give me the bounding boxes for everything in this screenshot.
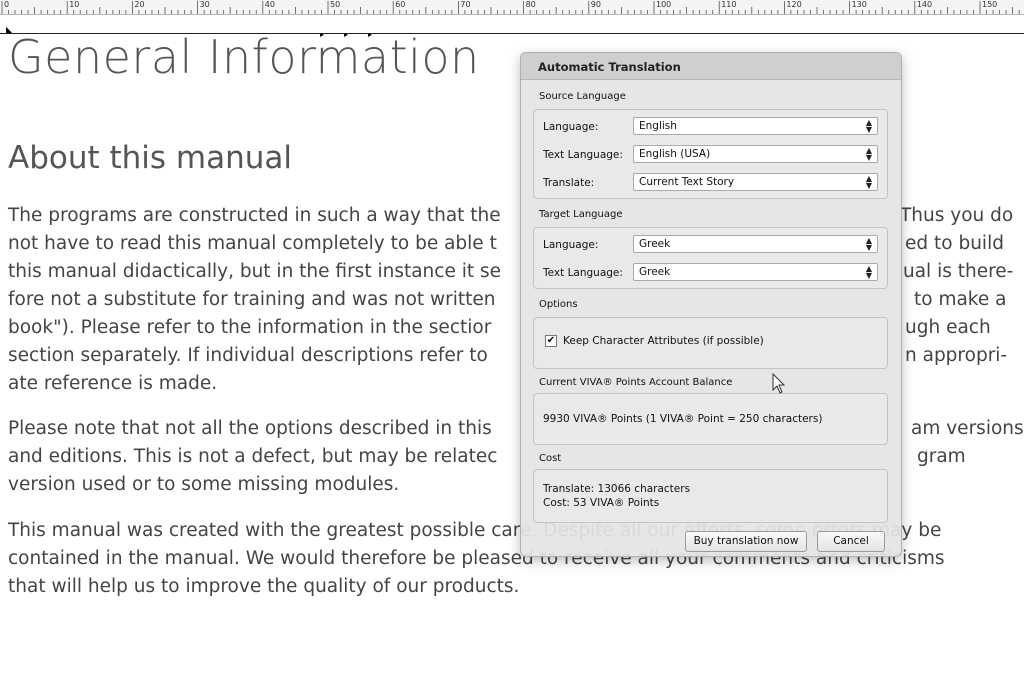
text-line: ate reference is made. <box>8 373 218 394</box>
cost-translate-text: Translate: 13066 characters <box>543 483 691 495</box>
source-text-language-label: Text Language: <box>543 149 623 161</box>
ruler-label: 50 <box>330 0 341 9</box>
ruler-label: 90 <box>590 0 601 9</box>
options-section-label: Options <box>539 299 578 310</box>
text-line: version used or to some missing modules. <box>8 474 400 495</box>
ruler-label: 110 <box>721 0 737 9</box>
ruler-label: 20 <box>134 0 145 9</box>
target-language-select[interactable]: Greek ▲ ▼ <box>633 235 878 253</box>
text-line: fore not a substitute for training and w… <box>8 289 496 310</box>
cost-group <box>533 469 888 523</box>
text-line-right: Thus you do <box>900 205 1014 226</box>
ruler-ticks <box>1 1 1020 14</box>
select-value: English (USA) <box>639 148 711 160</box>
target-text-language-label: Text Language: <box>543 267 623 279</box>
select-value: Current Text Story <box>639 176 735 188</box>
cost-section-label: Cost <box>539 453 562 464</box>
page-title: General Information <box>8 30 480 84</box>
text-line: not have to read this manual completely … <box>8 233 497 254</box>
keep-attributes-label[interactable]: Keep Character Attributes (if possible) <box>563 335 764 347</box>
text-line: that will help us to improve the quality… <box>8 576 520 597</box>
dialog-title: Automatic Translation <box>538 60 681 74</box>
ruler-strip <box>0 0 1024 15</box>
select-value: Greek <box>639 238 671 250</box>
ruler-label: 70 <box>460 0 471 9</box>
ruler-label: 10 <box>69 0 80 9</box>
target-language-section-label: Target Language <box>539 209 623 220</box>
text-line: Please note that not all the options des… <box>8 418 492 439</box>
source-text-language-select[interactable]: English (USA) ▲ ▼ <box>633 145 878 163</box>
ruler-label: 40 <box>264 0 275 9</box>
text-line: and editions. This is not a defect, but … <box>8 446 498 467</box>
text-line: section separately. If individual descri… <box>8 345 488 366</box>
text-line-right: ed to build <box>905 233 1004 254</box>
translate-scope-select[interactable]: Current Text Story ▲ ▼ <box>633 173 878 191</box>
ruler-label: 140 <box>916 0 933 9</box>
source-language-section-label: Source Language <box>539 91 626 102</box>
automatic-translation-dialog[interactable]: Automatic Translation Source Language La… <box>520 52 902 557</box>
text-line-right: to make a <box>914 289 1007 310</box>
ruler-label: 30 <box>199 0 210 9</box>
up-down-arrow-icon: ▲ ▼ <box>865 236 872 252</box>
text-line: book"). Please refer to the information … <box>8 317 492 338</box>
ruler-label: 0 <box>4 0 10 9</box>
ruler-label: 120 <box>786 0 802 9</box>
select-value: English <box>639 120 677 132</box>
up-down-arrow-icon: ▲ ▼ <box>865 264 872 280</box>
text-line-right: n appropri- <box>905 345 1008 366</box>
source-language-label: Language: <box>543 121 599 133</box>
cost-points-text: Cost: 53 VIVA® Points <box>543 497 660 509</box>
dialog-title-bar[interactable]: Automatic Translation <box>521 53 901 80</box>
ruler-label: 60 <box>395 0 406 9</box>
up-down-arrow-icon: ▲ ▼ <box>865 118 872 134</box>
text-line-right: ual is there- <box>903 261 1014 282</box>
mouse-pointer-icon <box>772 373 786 394</box>
horizontal-ruler[interactable]: 0 10 20 30 40 50 60 70 80 90 100 110 120 130 140 150 ◣ … <box>0 0 1024 39</box>
keep-attributes-checkbox[interactable]: ✔ <box>545 335 557 347</box>
target-text-language-select[interactable]: Greek ▲ ▼ <box>633 263 878 281</box>
balance-section-label: Current VIVA® Points Account Balance <box>539 377 733 388</box>
target-language-label: Language: <box>543 239 599 251</box>
text-line: The programs are constructed in such a w… <box>8 205 501 226</box>
up-down-arrow-icon: ▲ ▼ <box>865 174 872 190</box>
ruler-label: 100 <box>656 0 672 9</box>
section-heading: About this manual <box>8 140 293 176</box>
select-value: Greek <box>639 266 671 278</box>
balance-text: 9930 VIVA® Points (1 VIVA® Point = 250 c… <box>543 413 823 425</box>
text-line-right: gram <box>917 446 966 467</box>
text-line-right: am versions <box>911 418 1024 439</box>
ruler-label: 150 <box>982 0 998 9</box>
source-language-select[interactable]: English ▲ ▼ <box>633 117 878 135</box>
buy-translation-button[interactable]: Buy translation now <box>685 531 807 552</box>
text-line: this manual didactically, but in the fir… <box>8 261 501 282</box>
text-line-right: ugh each <box>905 317 991 338</box>
checkmark-icon: ✔ <box>546 335 556 346</box>
ruler-label: 130 <box>851 0 867 9</box>
cancel-button[interactable]: Cancel <box>817 531 885 552</box>
translate-label: Translate: <box>543 177 595 189</box>
ruler-label: 80 <box>525 0 536 9</box>
up-down-arrow-icon: ▲ ▼ <box>865 146 872 162</box>
